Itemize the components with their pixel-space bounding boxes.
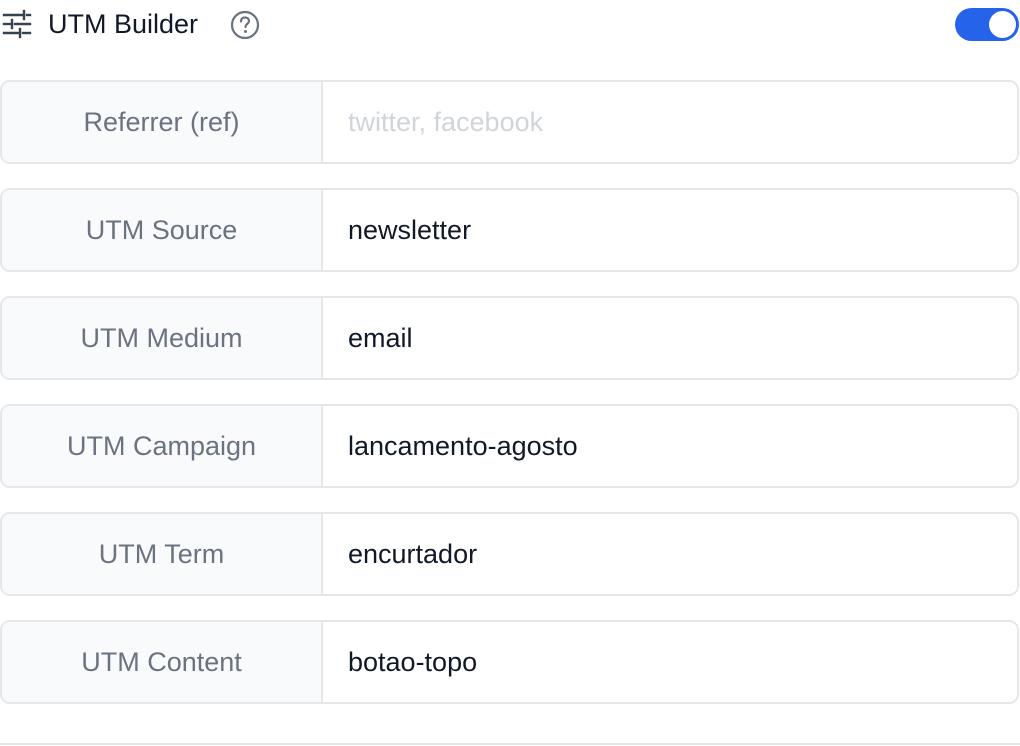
help-circle-icon[interactable] [230,10,260,40]
utm-builder-header: UTM Builder [0,0,1020,50]
field-row-utm-content: UTM Content [0,620,1019,704]
bottom-divider [0,743,1020,745]
field-label-utm-content: UTM Content [2,622,323,702]
field-row-utm-term: UTM Term [0,512,1019,596]
field-label-utm-campaign: UTM Campaign [2,406,323,486]
toggle-knob [989,11,1016,38]
field-row-referrer: Referrer (ref) [0,80,1019,164]
utm-medium-input[interactable] [323,298,1017,378]
field-row-utm-source: UTM Source [0,188,1019,272]
field-label-utm-term: UTM Term [2,514,323,594]
utm-fields-list: Referrer (ref) UTM Source UTM Medium UTM… [0,80,1020,728]
utm-builder-toggle[interactable] [955,8,1019,41]
page-title: UTM Builder [48,9,199,39]
field-label-utm-source: UTM Source [2,190,323,270]
referrer-input[interactable] [323,82,1017,162]
field-row-utm-medium: UTM Medium [0,296,1019,380]
utm-term-input[interactable] [323,514,1017,594]
field-row-utm-campaign: UTM Campaign [0,404,1019,488]
sliders-icon [2,9,32,39]
utm-source-input[interactable] [323,190,1017,270]
utm-builder-panel: UTM Builder Referrer (ref) UTM Source UT… [0,0,1020,746]
utm-campaign-input[interactable] [323,406,1017,486]
utm-content-input[interactable] [323,622,1017,702]
field-label-utm-medium: UTM Medium [2,298,323,378]
field-label-referrer: Referrer (ref) [2,82,323,162]
